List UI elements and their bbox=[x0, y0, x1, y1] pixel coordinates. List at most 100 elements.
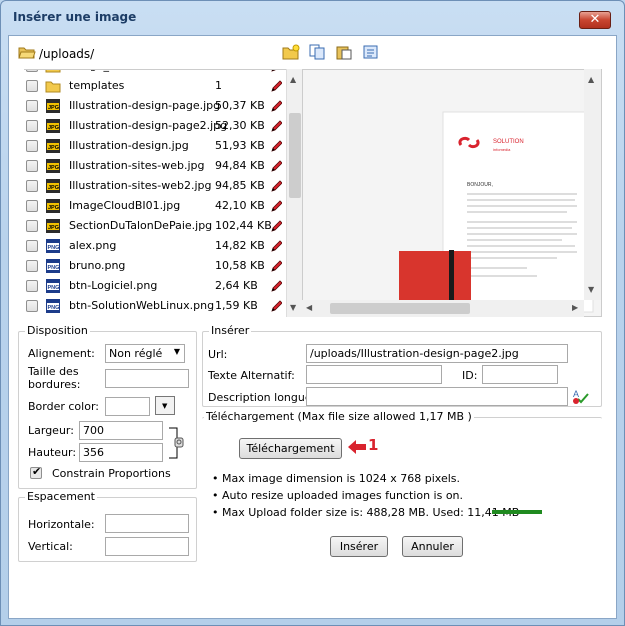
jpg-file-icon: JPG bbox=[46, 119, 60, 133]
close-button[interactable]: ✕ bbox=[579, 11, 611, 29]
disposition-group: Disposition Alignement: Non réglé ▼ Tail… bbox=[18, 324, 197, 489]
preview-heading: BONJOUR, bbox=[467, 182, 493, 188]
file-list-scrollbar[interactable]: ▲ ▼ bbox=[286, 69, 302, 317]
border-size-label: Taille des bordures: bbox=[28, 365, 81, 391]
border-size-input[interactable] bbox=[105, 369, 189, 388]
horizontal-input[interactable] bbox=[105, 514, 189, 533]
rename-pencil-icon[interactable] bbox=[270, 139, 282, 153]
file-checkbox[interactable] bbox=[26, 300, 38, 312]
file-checkbox[interactable] bbox=[26, 100, 38, 112]
border-color-label: Border color: bbox=[28, 400, 99, 413]
url-input[interactable]: /uploads/Illustration-design-page2.jpg bbox=[306, 344, 568, 363]
width-input[interactable]: 700 bbox=[79, 421, 163, 440]
spellcheck-icon[interactable]: A bbox=[572, 387, 590, 405]
svg-text:JPG: JPG bbox=[48, 185, 59, 191]
vertical-input[interactable] bbox=[105, 537, 189, 556]
file-checkbox[interactable] bbox=[26, 200, 38, 212]
file-name: SectionDuTalonDePaie.jpg bbox=[69, 219, 213, 232]
svg-text:JPG: JPG bbox=[48, 145, 59, 151]
file-list-item[interactable]: PNG bruno.png 10,58 KB bbox=[24, 256, 286, 276]
rename-pencil-icon[interactable] bbox=[270, 179, 282, 193]
url-label: Url: bbox=[208, 348, 228, 361]
file-name: Illustration-sites-web2.jpg bbox=[69, 179, 212, 192]
constrain-checkbox[interactable]: ✔ bbox=[30, 465, 42, 479]
color-picker-button[interactable]: ▼ bbox=[155, 396, 175, 415]
paste-icon[interactable] bbox=[335, 44, 353, 60]
jpg-file-icon: JPG bbox=[46, 99, 60, 113]
checkmark-icon: ✔ bbox=[32, 465, 42, 478]
rename-pencil-icon[interactable] bbox=[270, 199, 282, 213]
preview-horizontal-scrollbar[interactable]: ◀ ▶ bbox=[302, 300, 584, 317]
file-size: 42,10 KB bbox=[215, 199, 265, 212]
arrow-left-icon bbox=[348, 440, 366, 454]
rename-pencil-icon[interactable] bbox=[270, 119, 282, 133]
preview-vertical-scrollbar[interactable]: ▲ ▼ bbox=[584, 69, 601, 300]
scrollbar-thumb[interactable] bbox=[289, 113, 301, 198]
proportion-lock-icon[interactable] bbox=[167, 426, 185, 460]
file-list-item[interactable]: templates 1 bbox=[24, 76, 286, 96]
file-list-item[interactable]: JPG Illustration-design.jpg 51,93 KB bbox=[24, 136, 286, 156]
rename-pencil-icon[interactable] bbox=[270, 69, 282, 73]
properties-icon[interactable] bbox=[362, 44, 380, 60]
rename-pencil-icon[interactable] bbox=[270, 159, 282, 173]
preview-scroll-thumb[interactable] bbox=[330, 303, 470, 314]
svg-text:A: A bbox=[573, 389, 579, 399]
file-checkbox[interactable] bbox=[26, 160, 38, 172]
file-name: Image_Produits bbox=[69, 70, 153, 76]
constrain-label: Constrain Proportions bbox=[52, 467, 171, 480]
chevron-down-icon: ▼ bbox=[173, 347, 180, 356]
file-size: 10,58 KB bbox=[215, 259, 265, 272]
file-checkbox[interactable] bbox=[26, 120, 38, 132]
height-label: Hauteur: bbox=[28, 446, 77, 459]
upload-info-autoresize: • Auto resize uploaded images function i… bbox=[212, 489, 464, 502]
file-size: 1 bbox=[215, 79, 222, 92]
file-list-item[interactable]: PNG btn-Logiciel.png 2,64 KB bbox=[24, 276, 286, 296]
id-input[interactable] bbox=[482, 365, 558, 384]
jpg-file-icon: JPG bbox=[46, 219, 60, 233]
rename-pencil-icon[interactable] bbox=[270, 259, 282, 273]
file-list-item[interactable]: JPG Illustration-design-page.jpg 50,37 KB bbox=[24, 96, 286, 116]
copy-icon[interactable] bbox=[308, 44, 326, 60]
file-list-item[interactable]: JPG Illustration-sites-web.jpg 94,84 KB bbox=[24, 156, 286, 176]
new-folder-icon[interactable] bbox=[282, 44, 300, 60]
rename-pencil-icon[interactable] bbox=[270, 79, 282, 93]
rename-pencil-icon[interactable] bbox=[270, 299, 282, 313]
insert-button[interactable]: Insérer bbox=[330, 536, 388, 557]
rename-pencil-icon[interactable] bbox=[270, 99, 282, 113]
cancel-button[interactable]: Annuler bbox=[402, 536, 463, 557]
rename-pencil-icon[interactable] bbox=[270, 219, 282, 233]
file-size: 51,93 KB bbox=[215, 139, 265, 152]
rename-pencil-icon[interactable] bbox=[270, 279, 282, 293]
rename-pencil-icon[interactable] bbox=[270, 239, 282, 253]
file-checkbox[interactable] bbox=[26, 240, 38, 252]
height-input[interactable]: 356 bbox=[79, 443, 163, 462]
file-list-item[interactable]: JPG Illustration-sites-web2.jpg 94,85 KB bbox=[24, 176, 286, 196]
file-checkbox[interactable] bbox=[26, 140, 38, 152]
upload-button[interactable]: Téléchargement bbox=[239, 438, 342, 459]
alt-text-input[interactable] bbox=[306, 365, 442, 384]
file-name: Illustration-design-page2.jpg bbox=[69, 119, 228, 132]
svg-text:PNG: PNG bbox=[48, 305, 60, 311]
file-list-item[interactable]: Image_Produits 1 bbox=[24, 69, 286, 76]
spacing-group: Espacement Horizontale: Vertical: bbox=[18, 490, 197, 562]
file-list-item[interactable]: JPG SectionDuTalonDePaie.jpg 102,44 KB bbox=[24, 216, 286, 236]
file-name: Illustration-sites-web.jpg bbox=[69, 159, 205, 172]
border-color-input[interactable] bbox=[105, 397, 150, 416]
file-checkbox[interactable] bbox=[26, 280, 38, 292]
file-checkbox[interactable] bbox=[26, 180, 38, 192]
svg-text:JPG: JPG bbox=[48, 105, 59, 111]
file-list-item[interactable]: JPG ImageCloudBI01.jpg 42,10 KB bbox=[24, 196, 286, 216]
upload-group: Téléchargement (Max file size allowed 1,… bbox=[202, 410, 602, 523]
file-size: 50,37 KB bbox=[215, 99, 265, 112]
file-checkbox[interactable] bbox=[26, 220, 38, 232]
file-checkbox[interactable] bbox=[26, 70, 38, 72]
file-checkbox[interactable] bbox=[26, 80, 38, 92]
svg-text:JPG: JPG bbox=[48, 205, 59, 211]
width-label: Largeur: bbox=[28, 424, 74, 437]
alignment-select[interactable]: Non réglé ▼ bbox=[105, 344, 185, 363]
file-checkbox[interactable] bbox=[26, 260, 38, 272]
long-description-input[interactable] bbox=[306, 387, 568, 406]
file-list-item[interactable]: PNG btn-SolutionWebLinux.png 1,59 KB bbox=[24, 296, 286, 316]
file-list-item[interactable]: PNG alex.png 14,82 KB bbox=[24, 236, 286, 256]
file-list-item[interactable]: JPG Illustration-design-page2.jpg 52,30 KB bbox=[24, 116, 286, 136]
